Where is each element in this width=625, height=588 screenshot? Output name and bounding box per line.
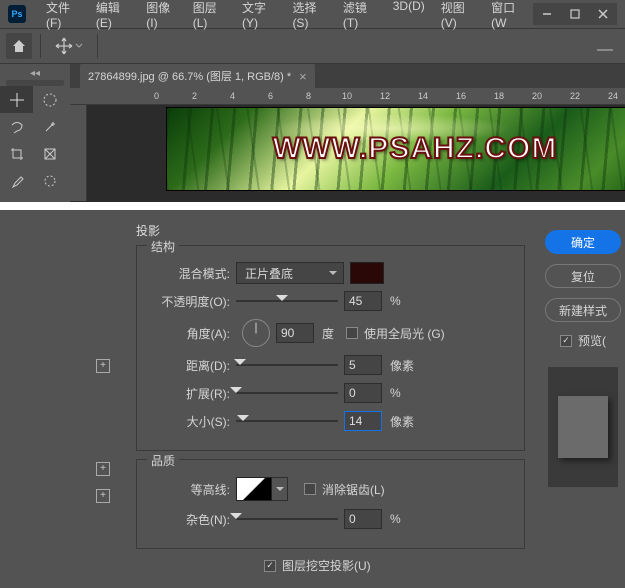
- contour-dropdown[interactable]: [272, 477, 288, 501]
- opacity-slider[interactable]: [236, 292, 338, 310]
- document-tab[interactable]: 27864899.jpg @ 66.7% (图层 1, RGB/8) * ×: [80, 64, 315, 88]
- spread-unit: %: [390, 386, 401, 400]
- menu-layer[interactable]: 图层(L): [185, 0, 234, 34]
- contour-picker[interactable]: [236, 477, 272, 501]
- effects-list: + + +: [0, 210, 120, 588]
- document-area: 27864899.jpg @ 66.7% (图层 1, RGB/8) * × 0…: [70, 64, 625, 202]
- menu-3d[interactable]: 3D(D): [385, 0, 433, 34]
- menu-edit[interactable]: 编辑(E): [88, 0, 138, 34]
- canvas[interactable]: WWW.PSAHZ.COM: [166, 107, 625, 191]
- move-tool-indicator[interactable]: [49, 33, 89, 59]
- opacity-label: 不透明度(O):: [151, 293, 236, 310]
- tab-title: 27864899.jpg @ 66.7% (图层 1, RGB/8) *: [88, 68, 291, 84]
- menu-image[interactable]: 图像(I): [138, 0, 184, 34]
- watermark-text: WWW.PSAHZ.COM: [273, 132, 558, 166]
- structure-legend: 结构: [147, 238, 179, 255]
- size-label: 大小(S):: [151, 413, 236, 430]
- distance-unit: 像素: [390, 357, 414, 374]
- size-unit: 像素: [390, 413, 414, 430]
- angle-label: 角度(A):: [151, 325, 236, 342]
- menu-filter[interactable]: 滤镜(T): [335, 0, 385, 34]
- ok-button[interactable]: 确定: [545, 230, 621, 254]
- angle-dial[interactable]: [242, 319, 270, 347]
- close-button[interactable]: [589, 3, 617, 25]
- spread-input[interactable]: [344, 383, 382, 403]
- effect-row-add-2[interactable]: +: [0, 455, 120, 482]
- app-logo: Ps: [8, 5, 26, 23]
- effect-row-add-3[interactable]: +: [0, 482, 120, 509]
- structure-group: 结构 混合模式: 正片叠底 不透明度(O): % 角度(A): 度 使用全局光 …: [136, 245, 525, 451]
- home-icon[interactable]: [6, 33, 32, 59]
- angle-input[interactable]: [276, 323, 314, 343]
- spread-slider[interactable]: [236, 384, 338, 402]
- noise-slider[interactable]: [236, 510, 338, 528]
- antialias-checkbox[interactable]: 消除锯齿(L): [304, 481, 385, 498]
- effect-row-add-1[interactable]: +: [0, 352, 120, 379]
- global-light-checkbox[interactable]: 使用全局光 (G): [346, 325, 445, 342]
- size-input[interactable]: [344, 411, 382, 431]
- separator: [0, 202, 625, 210]
- distance-slider[interactable]: [236, 356, 338, 374]
- cancel-button[interactable]: 复位: [545, 264, 621, 288]
- canvas-wrap: WWW.PSAHZ.COM: [70, 105, 625, 201]
- ruler-horizontal: 0 2 4 6 8 10 12 14 16 18 20 22 24 26: [70, 88, 625, 105]
- noise-unit: %: [390, 512, 401, 526]
- wand-tool-icon[interactable]: [33, 113, 66, 140]
- maximize-button[interactable]: [561, 3, 589, 25]
- shadow-color-swatch[interactable]: [350, 262, 384, 284]
- contour-label: 等高线:: [151, 481, 236, 498]
- menubar: 文件(F) 编辑(E) 图像(I) 图层(L) 文字(Y) 选择(S) 滤镜(T…: [38, 0, 533, 34]
- heal-tool-icon[interactable]: [33, 167, 66, 194]
- size-slider[interactable]: [236, 412, 338, 430]
- menu-select[interactable]: 选择(S): [284, 0, 334, 34]
- menu-type[interactable]: 文字(Y): [234, 0, 284, 34]
- minimize-button[interactable]: [533, 3, 561, 25]
- new-style-button[interactable]: 新建样式: [545, 298, 621, 322]
- crop-tool-icon[interactable]: [0, 140, 33, 167]
- angle-unit: 度: [322, 325, 334, 342]
- ruler-vertical: [70, 105, 87, 201]
- distance-input[interactable]: [344, 355, 382, 375]
- eyedropper-tool-icon[interactable]: [0, 167, 33, 194]
- preview-thumbnail: [548, 367, 618, 487]
- move-tool-icon[interactable]: [0, 86, 33, 113]
- marquee-tool-icon[interactable]: [33, 86, 66, 113]
- opacity-input[interactable]: [344, 291, 382, 311]
- workspace: ◂◂ 27864899.jpg @ 66.7% (图层 1, RGB/8) * …: [0, 64, 625, 202]
- toolbar: ◂◂: [0, 64, 70, 202]
- dialog-buttons: 确定 复位 新建样式 预览(: [541, 210, 625, 588]
- flyout-toggle[interactable]: ◂◂: [0, 68, 70, 78]
- window-controls: [533, 3, 617, 25]
- tab-strip: 27864899.jpg @ 66.7% (图层 1, RGB/8) * ×: [70, 64, 625, 88]
- quality-legend: 品质: [147, 452, 179, 469]
- effect-settings: 投影 结构 混合模式: 正片叠底 不透明度(O): % 角度(A): 度 使用: [120, 210, 541, 588]
- menu-window[interactable]: 窗口(W: [483, 0, 533, 34]
- preview-checkbox[interactable]: 预览(: [560, 332, 606, 349]
- blend-mode-label: 混合模式:: [151, 265, 236, 282]
- lasso-tool-icon[interactable]: [0, 113, 33, 140]
- chevron-down-icon: [75, 43, 83, 49]
- distance-label: 距离(D):: [151, 357, 236, 374]
- section-title: 投影: [136, 222, 533, 239]
- spread-label: 扩展(R):: [151, 385, 236, 402]
- frame-tool-icon[interactable]: [33, 140, 66, 167]
- tab-close-icon[interactable]: ×: [299, 69, 307, 84]
- quality-group: 品质 等高线: 消除锯齿(L) 杂色(N): %: [136, 459, 525, 549]
- layer-style-dialog: + + + 投影 结构 混合模式: 正片叠底 不透明度(O): % 角度(A):: [0, 210, 625, 588]
- menu-file[interactable]: 文件(F): [38, 0, 88, 34]
- opacity-unit: %: [390, 294, 401, 308]
- blend-mode-select[interactable]: 正片叠底: [236, 262, 344, 284]
- noise-input[interactable]: [344, 509, 382, 529]
- knockout-checkbox[interactable]: 图层挖空投影(U): [264, 557, 533, 574]
- titlebar: Ps 文件(F) 编辑(E) 图像(I) 图层(L) 文字(Y) 选择(S) 滤…: [0, 0, 625, 28]
- menu-view[interactable]: 视图(V): [433, 0, 483, 34]
- noise-label: 杂色(N):: [151, 511, 236, 528]
